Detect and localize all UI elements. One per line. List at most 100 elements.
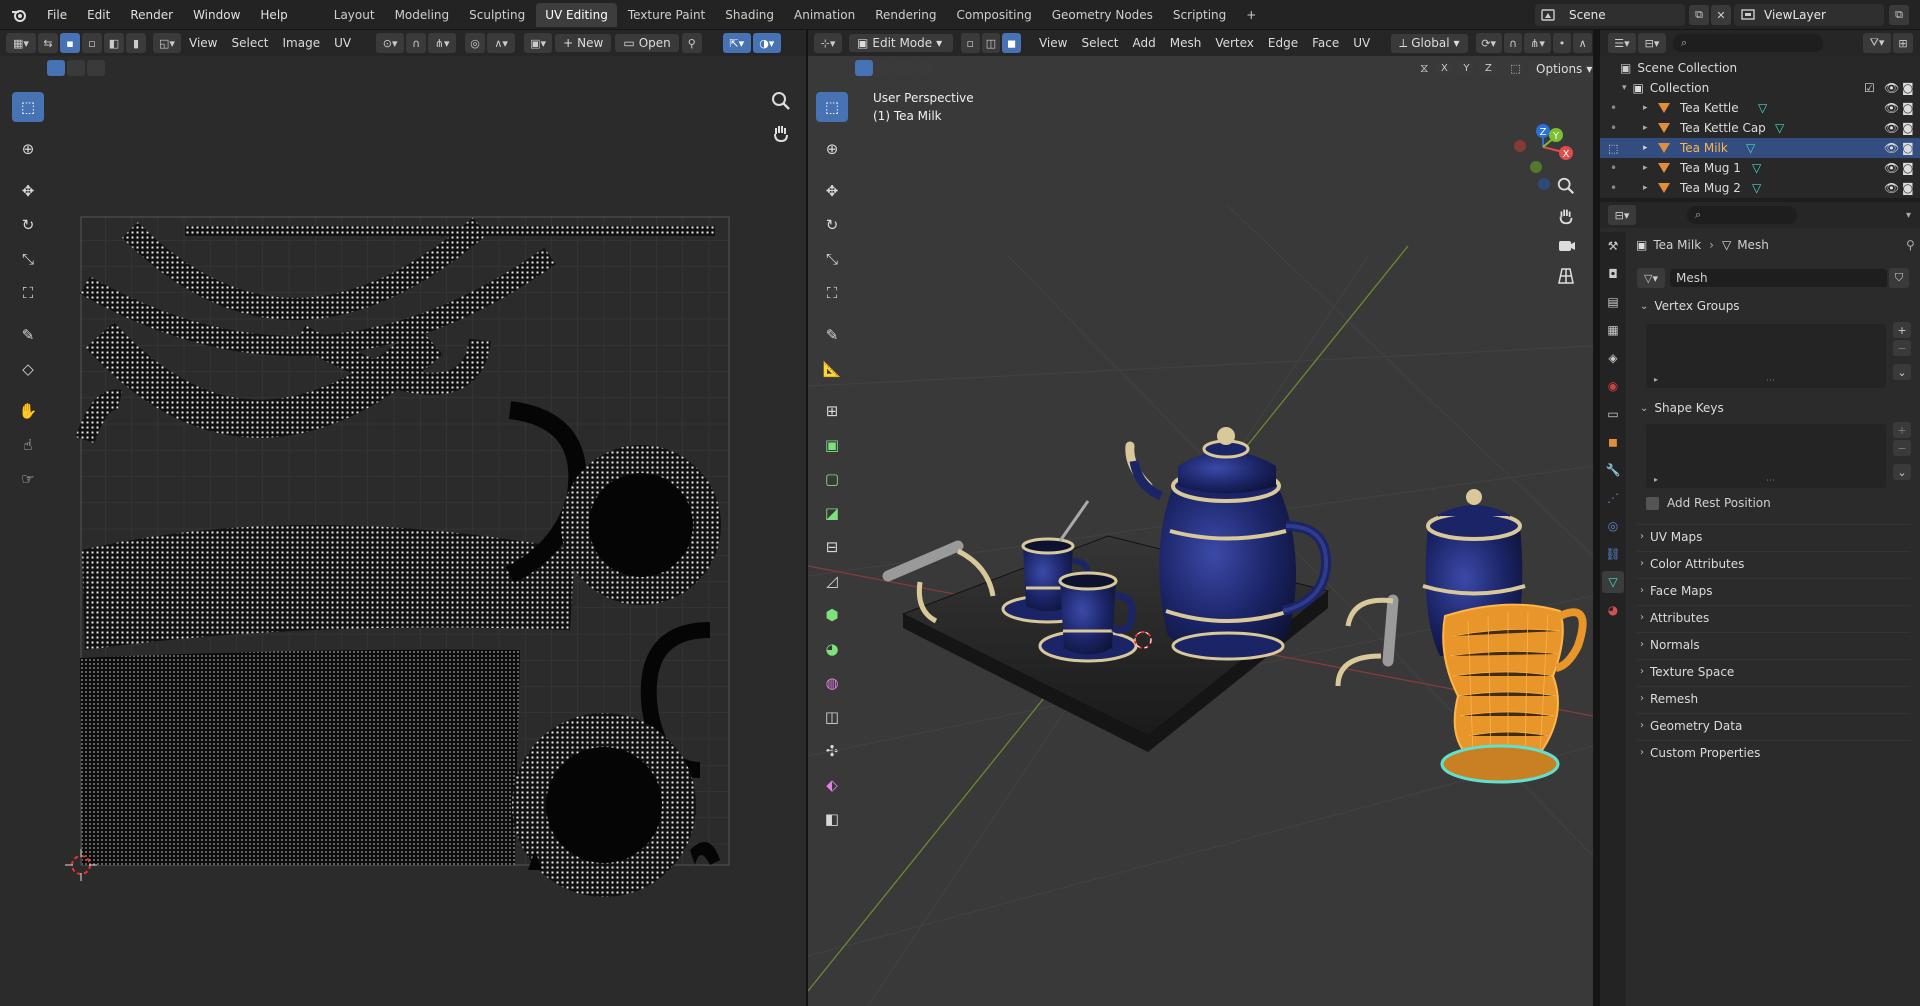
outliner-row-tea-kettle[interactable]: • ▸ Tea Kettle ▽ 👁 ◙ <box>1600 98 1920 118</box>
tab-geometry-nodes[interactable]: Geometry Nodes <box>1043 3 1162 27</box>
shape-keys-list[interactable]: ▸ ⋯ <box>1646 424 1886 488</box>
constraints-tab-icon[interactable]: ⛓ <box>1602 543 1624 565</box>
vp-menu-uv[interactable]: UV <box>1346 33 1377 53</box>
pin-properties-icon[interactable]: ⚲ <box>1906 238 1915 252</box>
menu-render[interactable]: Render <box>121 4 182 26</box>
3d-viewport[interactable]: ⊹▾ ▣ Edit Mode ▾ ▫ ◫ ◼ View Select Add M… <box>808 30 1593 1006</box>
outliner-row-tea-mug-2[interactable]: • ▸ Tea Mug 2 ▽ 👁 ◙ <box>1600 178 1920 198</box>
render-camera-icon[interactable]: ◙ <box>1902 161 1914 175</box>
scene-selector[interactable]: Scene <box>1535 4 1685 26</box>
outliner-row-tea-kettle-cap[interactable]: • ▸ Tea Kettle Cap ▽ 👁 ◙ <box>1600 118 1920 138</box>
add-rest-position-checkbox[interactable] <box>1646 496 1659 510</box>
tab-compositing[interactable]: Compositing <box>947 3 1040 27</box>
panel-geometry-data[interactable]: › Geometry Data <box>1636 713 1910 737</box>
output-tab-icon[interactable]: ▤ <box>1602 291 1624 313</box>
edge-mode-icon[interactable]: ◫ <box>981 33 1001 53</box>
render-camera-icon[interactable]: ◙ <box>1902 181 1914 195</box>
outliner-row-tea-milk[interactable]: ⬚ ▸ Tea Milk ▽ 👁 ◙ <box>1600 138 1920 158</box>
panel-shape-keys[interactable]: ⌄ Shape Keys <box>1636 396 1910 420</box>
edit-mode-icon[interactable]: ⬚ <box>1608 142 1618 155</box>
view-layer-tab-icon[interactable]: ▦ <box>1602 319 1624 341</box>
outliner-row-collection[interactable]: ▾ ▣ Collection ☑ 👁 ◙ <box>1600 78 1920 98</box>
scene-tab-icon[interactable]: ◈ <box>1602 347 1624 369</box>
vp-menu-view[interactable]: View <box>1032 33 1074 53</box>
object-tab-icon[interactable]: ◼ <box>1602 431 1624 453</box>
mesh-data-icon[interactable]: ▽ <box>1758 101 1767 115</box>
tab-modeling[interactable]: Modeling <box>386 3 459 27</box>
remove-vertex-group-icon[interactable]: − <box>1893 340 1911 356</box>
exclude-checkbox-icon[interactable]: ☑ <box>1864 81 1875 95</box>
editor-divider-right[interactable] <box>1593 30 1600 1006</box>
shape-key-specials-icon[interactable]: ⌄ <box>1893 464 1911 480</box>
mesh-data-icon[interactable]: ▽ <box>1752 161 1761 175</box>
particles-tab-icon[interactable]: ⋰ <box>1602 487 1624 509</box>
visibility-eye-icon[interactable]: 👁 <box>1884 121 1899 135</box>
properties-type-icon[interactable]: ⊟▾ <box>1608 205 1636 225</box>
menu-file[interactable]: File <box>38 4 76 26</box>
panel-texture-space[interactable]: › Texture Space <box>1636 659 1910 683</box>
mesh-browse-icon[interactable]: ▽▾ <box>1637 268 1665 288</box>
menu-window[interactable]: Window <box>184 4 249 26</box>
vertex-mode-icon[interactable]: ▫ <box>960 33 980 53</box>
collection-tab-icon[interactable]: ▭ <box>1602 403 1624 425</box>
tab-sculpting[interactable]: Sculpting <box>460 3 534 27</box>
new-collection-icon[interactable]: ⊞ <box>1893 33 1913 53</box>
visibility-eye-icon[interactable]: 👁 <box>1884 181 1899 195</box>
vp-proportional-icon[interactable]: • <box>1552 33 1572 53</box>
mesh-name-field[interactable]: Mesh <box>1670 269 1887 287</box>
tab-rendering[interactable]: Rendering <box>866 3 945 27</box>
visibility-eye-icon[interactable]: 👁 <box>1884 141 1899 155</box>
tab-uv-editing[interactable]: UV Editing <box>536 2 617 27</box>
list-filter-toggle-icon[interactable]: ▸ <box>1654 375 1658 384</box>
viewport-editor-type-icon[interactable]: ⊹▾ <box>814 33 843 53</box>
vp-menu-edge[interactable]: Edge <box>1261 33 1305 53</box>
mesh-data-tab-icon[interactable]: ▽ <box>1602 571 1624 593</box>
vp-menu-face[interactable]: Face <box>1305 33 1346 53</box>
outliner-search-input[interactable]: ⌕ <box>1673 34 1823 52</box>
vp-menu-add[interactable]: Add <box>1125 33 1162 53</box>
panel-vertex-groups[interactable]: ⌄ Vertex Groups <box>1636 294 1910 318</box>
tab-layout[interactable]: Layout <box>325 3 384 27</box>
render-camera-icon[interactable]: ◙ <box>1902 121 1914 135</box>
add-vertex-group-icon[interactable]: + <box>1893 322 1911 338</box>
mesh-data-icon[interactable]: ▽ <box>1775 121 1784 135</box>
blender-logo-icon[interactable] <box>8 4 30 26</box>
uv-editor[interactable]: ▦▾ ⇆ ▪ ▫ ◧ ▮ ◱▾ View Select Image UV ⊙▾ … <box>0 30 806 1006</box>
new-view-layer-icon[interactable]: ⧉ <box>1889 5 1909 25</box>
tab-animation[interactable]: Animation <box>785 3 864 27</box>
vertex-groups-list[interactable]: ▸ ⋯ <box>1646 324 1886 388</box>
view-layer-selector[interactable]: ViewLayer <box>1734 4 1884 26</box>
panel-color-attributes[interactable]: › Color Attributes <box>1636 551 1910 575</box>
expand-chevron-icon[interactable]: ▸ <box>1643 143 1648 153</box>
panel-normals[interactable]: › Normals <box>1636 632 1910 656</box>
tab-shading[interactable]: Shading <box>716 3 783 27</box>
filter-icon[interactable]: ⛛▾ <box>1863 33 1891 53</box>
add-shape-key-icon[interactable]: + <box>1893 422 1911 438</box>
expand-chevron-icon[interactable]: ▸ <box>1643 163 1648 173</box>
render-tab-icon[interactable]: ◘ <box>1602 263 1624 285</box>
outliner-row-scene-collection[interactable]: ▣ Scene Collection <box>1600 58 1920 78</box>
vp-menu-select[interactable]: Select <box>1074 33 1125 53</box>
material-tab-icon[interactable]: ◕ <box>1602 599 1624 621</box>
physics-tab-icon[interactable]: ◎ <box>1602 515 1624 537</box>
panel-uv-maps[interactable]: › UV Maps <box>1636 524 1910 548</box>
list-resize-grip-icon[interactable]: ⋯ <box>1766 476 1775 486</box>
mode-selector[interactable]: ▣ Edit Mode ▾ <box>849 34 953 52</box>
menu-help[interactable]: Help <box>251 4 296 26</box>
fake-user-shield-icon[interactable]: ⛉ <box>1889 268 1909 288</box>
expand-chevron-icon[interactable]: ▸ <box>1643 183 1648 193</box>
pivot-point-icon[interactable]: ⟳▾ <box>1475 33 1502 53</box>
expand-chevron-icon[interactable]: ▾ <box>1622 83 1627 93</box>
panel-remesh[interactable]: › Remesh <box>1636 686 1910 710</box>
render-camera-icon[interactable]: ◙ <box>1902 101 1914 115</box>
vp-menu-vertex[interactable]: Vertex <box>1208 33 1261 53</box>
list-resize-grip-icon[interactable]: ⋯ <box>1766 376 1775 386</box>
outliner-type-icon[interactable]: ☰▾ <box>1608 33 1636 53</box>
expand-chevron-icon[interactable]: ▸ <box>1643 103 1648 113</box>
mesh-data-icon[interactable]: ▽ <box>1752 181 1761 195</box>
visibility-eye-icon[interactable]: 👁 <box>1884 161 1899 175</box>
modifier-tab-icon[interactable]: 🔧 <box>1602 459 1624 481</box>
vp-snap-icon[interactable]: ∩ <box>1503 33 1523 53</box>
expand-chevron-icon[interactable]: ▸ <box>1643 123 1648 133</box>
vp-falloff-icon[interactable]: ∧ <box>1573 33 1592 53</box>
